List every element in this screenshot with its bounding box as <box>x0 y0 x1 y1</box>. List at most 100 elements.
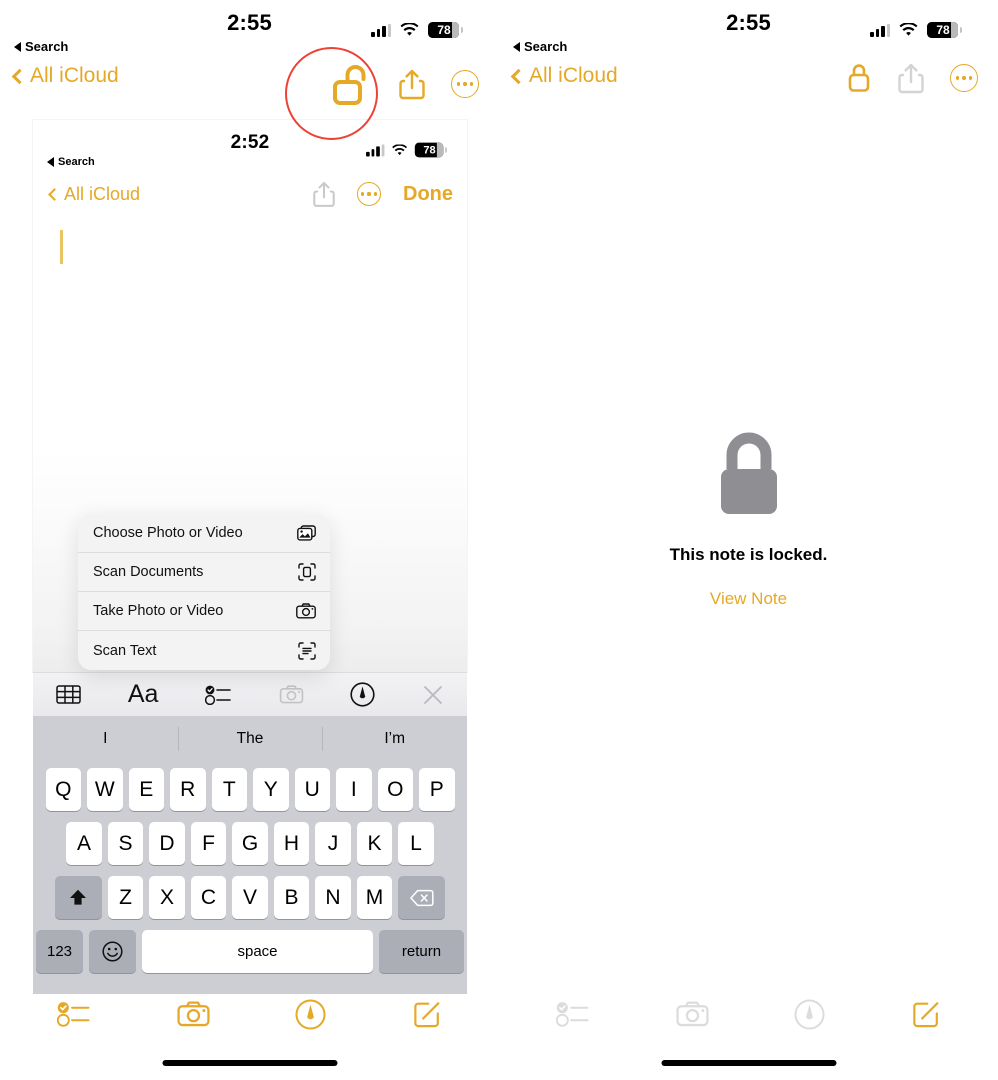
compose-icon[interactable] <box>412 999 442 1029</box>
text-caret <box>60 230 63 264</box>
attachment-context-menu: Choose Photo or Video Scan Documents Tak… <box>78 514 330 670</box>
camera-icon[interactable] <box>676 1001 709 1027</box>
dot <box>373 192 377 196</box>
menu-item-label: Take Photo or Video <box>93 603 224 619</box>
key-h[interactable]: H <box>273 822 310 865</box>
key-n[interactable]: N <box>315 876 351 919</box>
menu-item-take-photo-or-video[interactable]: Take Photo or Video <box>78 592 330 631</box>
battery-level: 78 <box>428 22 459 38</box>
photos-icon <box>297 525 316 541</box>
wifi-icon <box>392 143 408 156</box>
close-icon[interactable] <box>422 684 444 706</box>
key-t[interactable]: T <box>211 768 247 811</box>
camera-icon[interactable] <box>177 1001 210 1027</box>
battery-icon: 78 <box>414 142 447 158</box>
menu-item-label: Choose Photo or Video <box>93 525 243 541</box>
return-key[interactable]: return <box>379 930 464 973</box>
prediction-2[interactable]: The <box>177 716 323 762</box>
back-triangle-icon <box>47 157 54 167</box>
notes-bottom-toolbar <box>0 986 499 1042</box>
compose-icon[interactable] <box>911 999 941 1029</box>
space-key[interactable]: space <box>142 930 373 973</box>
annotation-circle-highlight <box>285 47 378 140</box>
nested-status-back-to-search[interactable]: Search <box>47 156 95 168</box>
camera-icon <box>296 603 316 619</box>
markup-pen-icon[interactable] <box>350 682 375 707</box>
back-to-all-icloud-button[interactable]: All iCloud <box>11 64 119 88</box>
key-l[interactable]: L <box>398 822 434 865</box>
dot <box>361 192 365 196</box>
nested-nav-actions: Done <box>313 180 453 208</box>
back-label: All iCloud <box>30 64 119 87</box>
key-r[interactable]: R <box>170 768 206 811</box>
table-icon[interactable] <box>56 684 82 705</box>
key-y[interactable]: Y <box>253 768 289 811</box>
dot <box>456 82 461 86</box>
key-k[interactable]: K <box>356 822 393 865</box>
menu-item-scan-text[interactable]: Scan Text <box>78 631 330 670</box>
key-b[interactable]: B <box>273 876 310 919</box>
prediction-3[interactable]: I’m <box>322 716 467 762</box>
prediction-1[interactable]: I <box>33 716 178 762</box>
markup-pen-icon[interactable] <box>295 998 326 1030</box>
onscreen-keyboard: Q W E R T Y U I O P A S D F G H J K L Z … <box>33 762 467 994</box>
numbers-key[interactable]: 123 <box>36 930 83 973</box>
scan-text-icon <box>298 641 316 660</box>
key-w[interactable]: W <box>87 768 123 811</box>
key-m[interactable]: M <box>356 876 393 919</box>
key-v[interactable]: V <box>232 876 268 919</box>
more-ellipsis-icon[interactable] <box>451 70 479 98</box>
share-icon[interactable] <box>399 68 425 100</box>
done-button[interactable]: Done <box>403 183 453 206</box>
markup-pen-icon[interactable] <box>794 998 825 1030</box>
screenshot-stage: 2:55 Search 78 All iCloud 2:52 Search 78… <box>0 0 998 1080</box>
battery-level: 78 <box>414 142 444 158</box>
key-s[interactable]: S <box>107 822 144 865</box>
key-d[interactable]: D <box>149 822 185 865</box>
nav-bar: All iCloud <box>0 62 499 114</box>
status-back-label: Search <box>25 39 69 54</box>
checklist-icon[interactable] <box>56 1001 91 1027</box>
dot <box>469 82 474 86</box>
key-u[interactable]: U <box>294 768 330 811</box>
checklist-icon[interactable] <box>555 1001 590 1027</box>
key-q[interactable]: Q <box>45 768 81 811</box>
view-note-button[interactable]: View Note <box>710 589 787 609</box>
key-i[interactable]: I <box>336 768 372 811</box>
menu-item-scan-documents[interactable]: Scan Documents <box>78 553 330 592</box>
predictive-text-bar: I The I’m <box>33 716 467 762</box>
nested-back-label: All iCloud <box>64 184 141 204</box>
nested-back-to-all-icloud-button[interactable]: All iCloud <box>48 184 141 205</box>
scan-document-icon <box>298 563 316 581</box>
backspace-icon[interactable] <box>398 876 446 919</box>
nested-status-indicators: 78 <box>366 142 447 158</box>
chevron-left-icon <box>11 68 28 84</box>
left-panel: 2:55 Search 78 All iCloud 2:52 Search 78… <box>0 0 499 1080</box>
battery-tip <box>460 27 463 33</box>
key-g[interactable]: G <box>232 822 268 865</box>
key-e[interactable]: E <box>128 768 164 811</box>
status-bar: 2:55 Search 78 <box>0 0 499 58</box>
shift-icon[interactable] <box>54 876 102 919</box>
dot <box>367 192 371 196</box>
status-back-to-search[interactable]: Search <box>14 39 68 54</box>
key-c[interactable]: C <box>190 876 227 919</box>
key-p[interactable]: P <box>419 768 455 811</box>
menu-item-label: Scan Documents <box>93 564 204 580</box>
key-o[interactable]: O <box>377 768 413 811</box>
key-x[interactable]: X <box>149 876 185 919</box>
keyboard-row-3: Z X C V B N M <box>36 876 464 919</box>
nested-status-bar: 2:52 Search 78 <box>33 120 467 170</box>
emoji-icon[interactable] <box>89 930 136 973</box>
checklist-icon[interactable] <box>204 685 232 705</box>
key-z[interactable]: Z <box>107 876 144 919</box>
menu-item-choose-photo-or-video[interactable]: Choose Photo or Video <box>78 514 330 553</box>
text-format-icon[interactable]: Aa <box>128 680 159 709</box>
key-j[interactable]: J <box>315 822 351 865</box>
key-f[interactable]: F <box>190 822 227 865</box>
share-icon[interactable] <box>313 180 335 208</box>
more-ellipsis-icon[interactable] <box>357 182 381 206</box>
camera-icon[interactable] <box>279 685 304 704</box>
locked-note-state: This note is locked. View Note <box>499 0 998 1080</box>
key-a[interactable]: A <box>66 822 102 865</box>
